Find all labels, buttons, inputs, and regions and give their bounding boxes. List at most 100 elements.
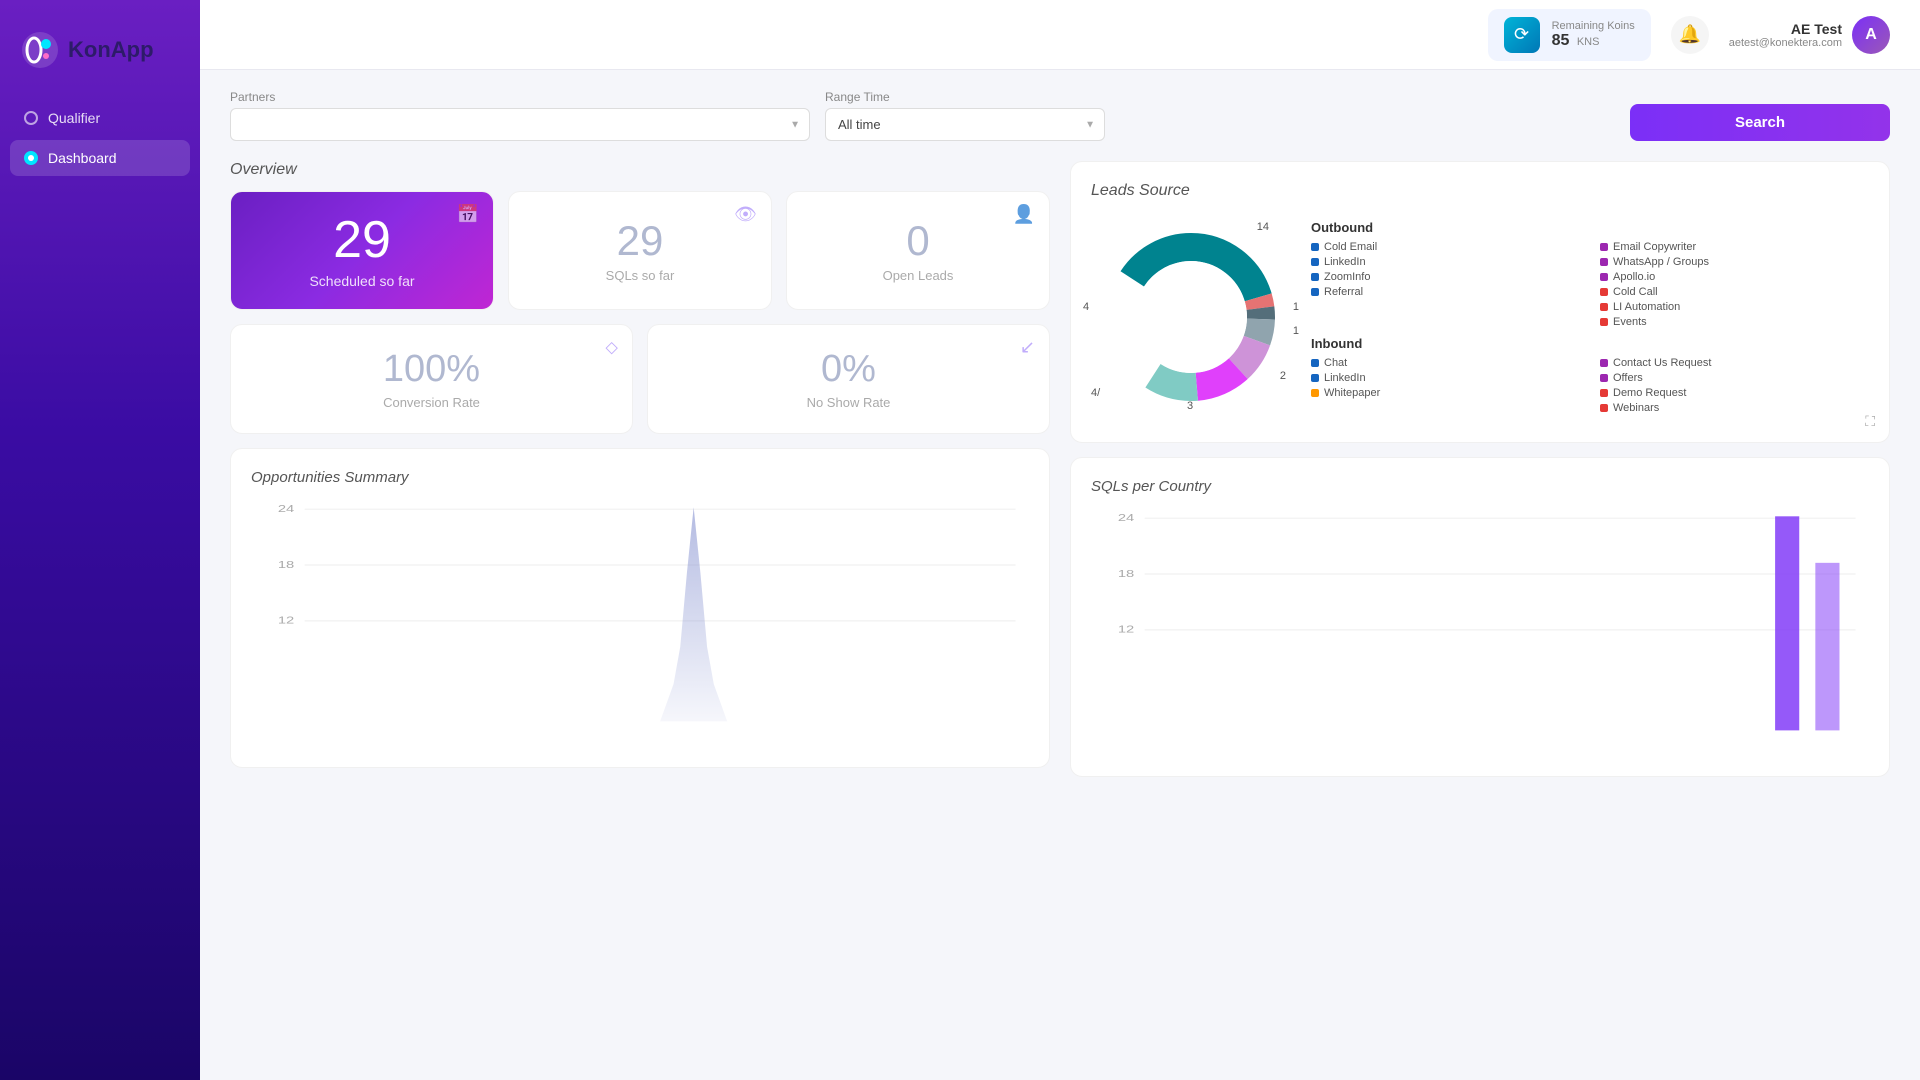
svg-text:24: 24	[278, 503, 294, 514]
user-info: AE Test aetest@konektera.com A	[1729, 16, 1890, 54]
main-area: ⟳ Remaining Koins 85 KNS 🔔 AE Test aetes…	[200, 0, 1920, 1080]
cold-call-label: Cold Call	[1613, 286, 1658, 298]
sidebar-item-qualifier[interactable]: Qualifier	[10, 100, 190, 136]
zoominfo-label: ZoomInfo	[1324, 271, 1370, 283]
legend-inbound-linkedin: LinkedIn	[1311, 372, 1580, 384]
partners-select-wrapper	[230, 108, 810, 141]
topbar: ⟳ Remaining Koins 85 KNS 🔔 AE Test aetes…	[200, 0, 1920, 70]
koins-label: Remaining Koins	[1552, 20, 1635, 32]
partners-label: Partners	[230, 90, 810, 104]
svg-text:12: 12	[278, 615, 294, 626]
open-leads-label: Open Leads	[883, 268, 954, 283]
scheduled-icon: 📅	[457, 204, 479, 225]
opportunities-svg: 24 18 12	[251, 498, 1029, 740]
webinars-dot	[1600, 404, 1608, 412]
metric-card-conversion: ⬦ 100% Conversion Rate	[230, 324, 633, 434]
app-name: KonApp	[68, 37, 154, 63]
open-leads-icon: 👤	[1013, 204, 1035, 225]
offers-dot	[1600, 374, 1608, 382]
legend-whatsapp: WhatsApp / Groups	[1600, 256, 1869, 268]
sqls-value: 29	[617, 218, 664, 264]
legend-contact-us: Contact Us Request	[1600, 357, 1869, 369]
range-select-wrapper: All time	[825, 108, 1105, 141]
opportunities-chart-area: 24 18 12	[251, 498, 1029, 740]
svg-text:18: 18	[1118, 568, 1134, 579]
cold-email-label: Cold Email	[1324, 241, 1377, 253]
contact-us-dot	[1600, 359, 1608, 367]
sidebar-nav: Qualifier Dashboard	[0, 100, 200, 176]
koins-icon: ⟳	[1504, 17, 1540, 53]
sidebar-item-dashboard[interactable]: Dashboard	[10, 140, 190, 176]
email-copywriter-dot	[1600, 243, 1608, 251]
webinars-label: Webinars	[1613, 402, 1659, 414]
legend-spacer3	[1311, 402, 1580, 414]
metric-card-no-show: ↙ 0% No Show Rate	[647, 324, 1050, 434]
user-details: AE Test aetest@konektera.com	[1729, 21, 1842, 49]
email-copywriter-label: Email Copywriter	[1613, 241, 1696, 253]
notification-bell[interactable]: 🔔	[1671, 16, 1709, 54]
range-filter: Range Time All time	[825, 90, 1105, 141]
outbound-title: Outbound	[1311, 220, 1869, 235]
koins-widget: ⟳ Remaining Koins 85 KNS	[1488, 9, 1651, 61]
li-automation-label: LI Automation	[1613, 301, 1680, 313]
user-avatar[interactable]: A	[1852, 16, 1890, 54]
dashboard-label: Dashboard	[48, 150, 117, 166]
logo-area: KonApp	[0, 20, 200, 100]
chat-dot	[1311, 359, 1319, 367]
leads-source-card: Leads Source	[1070, 161, 1890, 443]
open-leads-value: 0	[906, 218, 929, 264]
cold-email-dot	[1311, 243, 1319, 251]
inbound-linkedin-label: LinkedIn	[1324, 372, 1366, 384]
chat-label: Chat	[1324, 357, 1347, 369]
metric-card-open-leads: 👤 0 Open Leads	[786, 191, 1050, 310]
legend-spacer2	[1311, 316, 1580, 328]
whitepaper-label: Whitepaper	[1324, 387, 1380, 399]
leads-source-inner: 14 1 1 2 3 4/ 4 Outbound	[1091, 212, 1869, 422]
search-button[interactable]: Search	[1630, 104, 1890, 141]
legend-chat: Chat	[1311, 357, 1580, 369]
legend-cold-email: Cold Email	[1311, 241, 1580, 253]
zoominfo-dot	[1311, 273, 1319, 281]
logo-icon	[20, 30, 60, 70]
expand-icon[interactable]: ⛶	[1865, 413, 1875, 430]
legend-zoominfo: ZoomInfo	[1311, 271, 1580, 283]
scheduled-value: 29	[333, 212, 391, 269]
legend-demo-request: Demo Request	[1600, 387, 1869, 399]
inbound-linkedin-dot	[1311, 374, 1319, 382]
leads-source-title: Leads Source	[1091, 182, 1869, 200]
events-dot	[1600, 318, 1608, 326]
sqls-country-chart-card: SQLs per Country 24 18 12	[1070, 457, 1890, 777]
legend-apollo: Apollo.io	[1600, 271, 1869, 283]
overview-section: Overview 📅 29 Scheduled so far 👁 29 SQLs	[230, 161, 1050, 434]
whitepaper-dot	[1311, 389, 1319, 397]
partners-filter: Partners	[230, 90, 810, 141]
legend-events: Events	[1600, 316, 1869, 328]
referral-dot	[1311, 288, 1319, 296]
donut-label-3: 3	[1187, 400, 1193, 412]
conversion-label: Conversion Rate	[383, 395, 480, 410]
koins-unit: KNS	[1577, 36, 1600, 48]
linkedin-label: LinkedIn	[1324, 256, 1366, 268]
two-col-layout: Overview 📅 29 Scheduled so far 👁 29 SQLs	[230, 161, 1890, 777]
left-panel: Overview 📅 29 Scheduled so far 👁 29 SQLs	[230, 161, 1050, 777]
opportunities-chart-card: Opportunities Summary 24 18 12	[230, 448, 1050, 768]
scheduled-label: Scheduled so far	[309, 273, 414, 289]
partners-select[interactable]	[230, 108, 810, 141]
koins-text: Remaining Koins 85 KNS	[1552, 20, 1635, 50]
range-label: Range Time	[825, 90, 1105, 104]
whatsapp-dot	[1600, 258, 1608, 266]
koins-value: 85	[1552, 32, 1570, 49]
outbound-legend: Cold Email Email Copywriter LinkedIn	[1311, 241, 1869, 328]
range-select[interactable]: All time	[825, 108, 1105, 141]
user-email: aetest@konektera.com	[1729, 37, 1842, 49]
contact-us-label: Contact Us Request	[1613, 357, 1711, 369]
overview-top-grid: 📅 29 Scheduled so far 👁 29 SQLs so far 👤…	[230, 191, 1050, 310]
legend-offers: Offers	[1600, 372, 1869, 384]
sqls-country-chart-area: 24 18 12	[1091, 507, 1869, 749]
donut-label-1b: 1	[1293, 325, 1299, 337]
legend-cold-call: Cold Call	[1600, 286, 1869, 298]
no-show-icon: ↙	[1020, 337, 1035, 358]
legend-li-automation: LI Automation	[1600, 301, 1869, 313]
legend-referral: Referral	[1311, 286, 1580, 298]
donut-label-14: 14	[1257, 221, 1269, 233]
